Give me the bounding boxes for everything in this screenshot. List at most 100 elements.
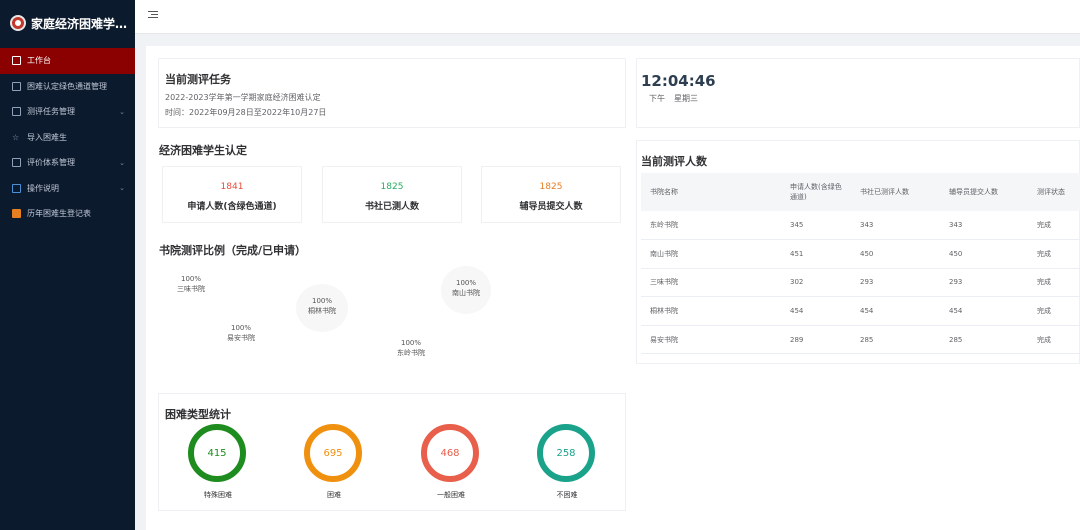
- sidebar-menu: 工作台 困难认定绿色通道管理 测评任务管理 ⌄ ☆ 导入困难生 评价体系管理 ⌄…: [0, 48, 135, 227]
- sidebar-item-evaluation-system[interactable]: 评价体系管理 ⌄: [0, 150, 135, 176]
- cell: 343: [851, 211, 940, 241]
- identify-title: 经济困难学生认定: [159, 144, 247, 157]
- donut-general[interactable]: 468 一般困难: [421, 424, 481, 500]
- bubble-pct: 100%: [311, 297, 332, 305]
- cell: 完成: [1028, 239, 1080, 269]
- top-bar: [135, 0, 1080, 34]
- donut-hard[interactable]: 695 困难: [304, 424, 364, 500]
- sidebar-item-import[interactable]: ☆ 导入困难生: [0, 125, 135, 151]
- col-header: 书院名称: [641, 173, 781, 211]
- bubble-name: 易安书院: [227, 334, 255, 342]
- bubble-item[interactable]: 100% 东岭书院: [386, 338, 436, 358]
- bubble-pct: 100%: [180, 275, 201, 283]
- stat-label: 辅导员提交人数: [519, 202, 583, 212]
- menu-toggle-icon[interactable]: [148, 11, 158, 21]
- sidebar-item-label: 困难认定绿色通道管理: [27, 81, 107, 91]
- sidebar-item-label: 工作台: [27, 56, 51, 66]
- cell: 完成: [1028, 268, 1080, 298]
- cell: 完成: [1028, 211, 1080, 241]
- cell: 454: [940, 296, 1028, 326]
- task-name: 2022-2023学年第一学期家庭经济困难认定: [165, 93, 321, 102]
- sidebar-item-dashboard[interactable]: 工作台: [0, 48, 135, 74]
- cell: 285: [940, 325, 1028, 355]
- donut-ring: 415: [188, 424, 246, 482]
- col-header: 辅导员提交人数: [940, 173, 1028, 211]
- col-header: 申请人数(含绿色通道): [781, 173, 851, 211]
- col-header: 书社已测评人数: [851, 173, 940, 211]
- register-icon: [12, 209, 21, 219]
- bubble-name: 三味书院: [177, 285, 205, 293]
- count-title: 当前测评人数: [641, 155, 707, 168]
- bubble-pct: 100%: [400, 339, 421, 347]
- task-time: 时间：2022年09月28日至2022年10月27日: [165, 108, 327, 117]
- school-logo-icon: [10, 15, 26, 31]
- cell: 285: [851, 325, 940, 355]
- bubble-item[interactable]: 100% 南山书院: [441, 266, 491, 314]
- document-search-icon: [12, 81, 21, 91]
- app-title: 家庭经济困难学生认定: [31, 16, 135, 31]
- sidebar-item-task-management[interactable]: 测评任务管理 ⌄: [0, 99, 135, 125]
- donut-label: 不困难: [556, 491, 578, 499]
- table-row: 三味书院 302 293 293 完成: [641, 268, 1080, 298]
- cell: 451: [781, 239, 851, 269]
- sidebar-item-registration[interactable]: 历年困难生登记表: [0, 201, 135, 227]
- ratio-title: 书院测评比例（完成/已申请）: [159, 244, 307, 257]
- sidebar: 家庭经济困难学生认定 工作台 困难认定绿色通道管理 测评任务管理 ⌄ ☆ 导入困…: [0, 0, 135, 530]
- edit-icon: [12, 158, 21, 168]
- current-task-card: 当前测评任务 2022-2023学年第一学期家庭经济困难认定 时间：2022年0…: [158, 58, 626, 128]
- bubble-name: 桐林书院: [308, 307, 336, 315]
- donut-special[interactable]: 415 特殊困难: [188, 424, 248, 500]
- types-title: 困难类型统计: [165, 408, 231, 421]
- cell: 完成: [1028, 296, 1080, 326]
- clock-time: 12:04:46: [641, 72, 716, 90]
- donut-ring: 258: [537, 424, 595, 482]
- sidebar-item-label: 评价体系管理: [27, 158, 75, 168]
- cell: 454: [781, 296, 851, 326]
- sidebar-item-instructions[interactable]: 操作说明 ⌄: [0, 176, 135, 202]
- table-row: 南山书院 451 450 450 完成: [641, 239, 1080, 269]
- bubble-item[interactable]: 100% 桐林书院: [296, 284, 348, 332]
- clock-card: 12:04:46 下午 星期三: [636, 58, 1080, 128]
- col-header: 测评状态: [1028, 173, 1080, 211]
- count-table-wrap: 书院名称 申请人数(含绿色通道) 书社已测评人数 辅导员提交人数 测评状态 东岭…: [641, 173, 1080, 355]
- donut-ring: 695: [304, 424, 362, 482]
- stat-value: 1825: [380, 182, 404, 192]
- chevron-down-icon: ⌄: [119, 158, 125, 167]
- stat-value: 1841: [220, 182, 244, 192]
- cell: 450: [940, 239, 1028, 269]
- cell: 易安书院: [641, 325, 781, 355]
- table-row: 桐林书院 454 454 454 完成: [641, 296, 1080, 326]
- sidebar-item-green-channel[interactable]: 困难认定绿色通道管理: [0, 74, 135, 100]
- donut-ring: 468: [421, 424, 479, 482]
- task-icon: [12, 107, 21, 117]
- bubble-item[interactable]: 100% 易安书院: [218, 323, 264, 343]
- bubble-name: 南山书院: [452, 289, 480, 297]
- donut-not-hard[interactable]: 258 不困难: [537, 424, 597, 500]
- donut-label: 一般困难: [437, 491, 465, 499]
- bubble-item[interactable]: 100% 三味书院: [168, 274, 214, 294]
- task-title: 当前测评任务: [165, 73, 231, 86]
- stat-label: 申请人数(含绿色通道): [187, 202, 277, 212]
- sidebar-item-label: 导入困难生: [27, 132, 67, 142]
- stat-value: 1825: [539, 182, 563, 192]
- table-header-row: 书院名称 申请人数(含绿色通道) 书社已测评人数 辅导员提交人数 测评状态: [641, 173, 1080, 211]
- cell: 345: [781, 211, 851, 241]
- donut-label: 困难: [327, 491, 341, 499]
- bubble-name: 东岭书院: [397, 349, 425, 357]
- import-icon: ☆: [12, 132, 20, 142]
- file-icon: [12, 183, 21, 193]
- stat-tested: 1825 书社已测人数: [322, 166, 462, 223]
- cell: 三味书院: [641, 268, 781, 298]
- cell: 454: [851, 296, 940, 326]
- stat-submitted: 1825 辅导员提交人数: [481, 166, 621, 223]
- stat-applicants: 1841 申请人数(含绿色通道): [162, 166, 302, 223]
- cell: 293: [851, 268, 940, 298]
- cell: 293: [940, 268, 1028, 298]
- chevron-down-icon: ⌄: [119, 184, 125, 193]
- table-row: 东岭书院 345 343 343 完成: [641, 211, 1080, 241]
- cell: 桐林书院: [641, 296, 781, 326]
- brand[interactable]: 家庭经济困难学生认定: [0, 0, 135, 46]
- count-table: 书院名称 申请人数(含绿色通道) 书社已测评人数 辅导员提交人数 测评状态 东岭…: [641, 173, 1080, 355]
- sidebar-item-label: 历年困难生登记表: [27, 209, 91, 219]
- chevron-down-icon: ⌄: [119, 107, 125, 116]
